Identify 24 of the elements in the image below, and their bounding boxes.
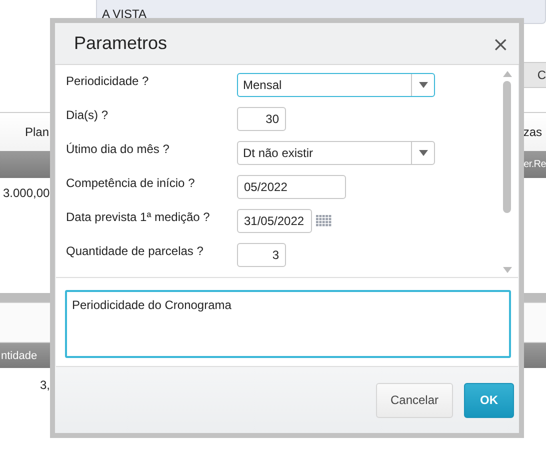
dialog-title: Parametros — [74, 33, 168, 54]
input-field[interactable]: 30 — [237, 107, 286, 131]
column-label: Plan — [25, 125, 50, 139]
field-label: Data prevista 1ª medição ? — [66, 209, 211, 226]
field-label: Útimo dia do mês ? — [66, 141, 170, 158]
field-label: Quantidade de parcelas ? — [66, 243, 204, 260]
dropdown[interactable]: Dt não existir — [237, 141, 435, 165]
calendar-icon[interactable] — [316, 215, 332, 227]
input-field[interactable]: 3 — [237, 243, 286, 267]
column-label: zas — [523, 125, 542, 139]
table-cell: 3, — [40, 378, 50, 392]
cancel-button[interactable]: Cancelar — [376, 382, 453, 418]
field-label: Competência de início ? — [66, 175, 196, 192]
table-cell: 3.000,00 — [3, 186, 50, 200]
date-field[interactable]: 31/05/2022 — [237, 209, 312, 233]
scroll-down-icon[interactable] — [502, 267, 512, 273]
caret-icon — [418, 82, 428, 88]
field-label: Dia(s) ? — [66, 107, 110, 124]
scroll-up-icon[interactable] — [502, 71, 512, 77]
input-field[interactable]: 05/2022 — [237, 175, 346, 199]
help-text: Periodicidade do Cronograma — [65, 290, 511, 358]
field-label: Periodicidade ? — [66, 73, 150, 90]
dropdown[interactable]: Mensal — [237, 73, 435, 97]
close-button[interactable]: × — [492, 32, 509, 56]
